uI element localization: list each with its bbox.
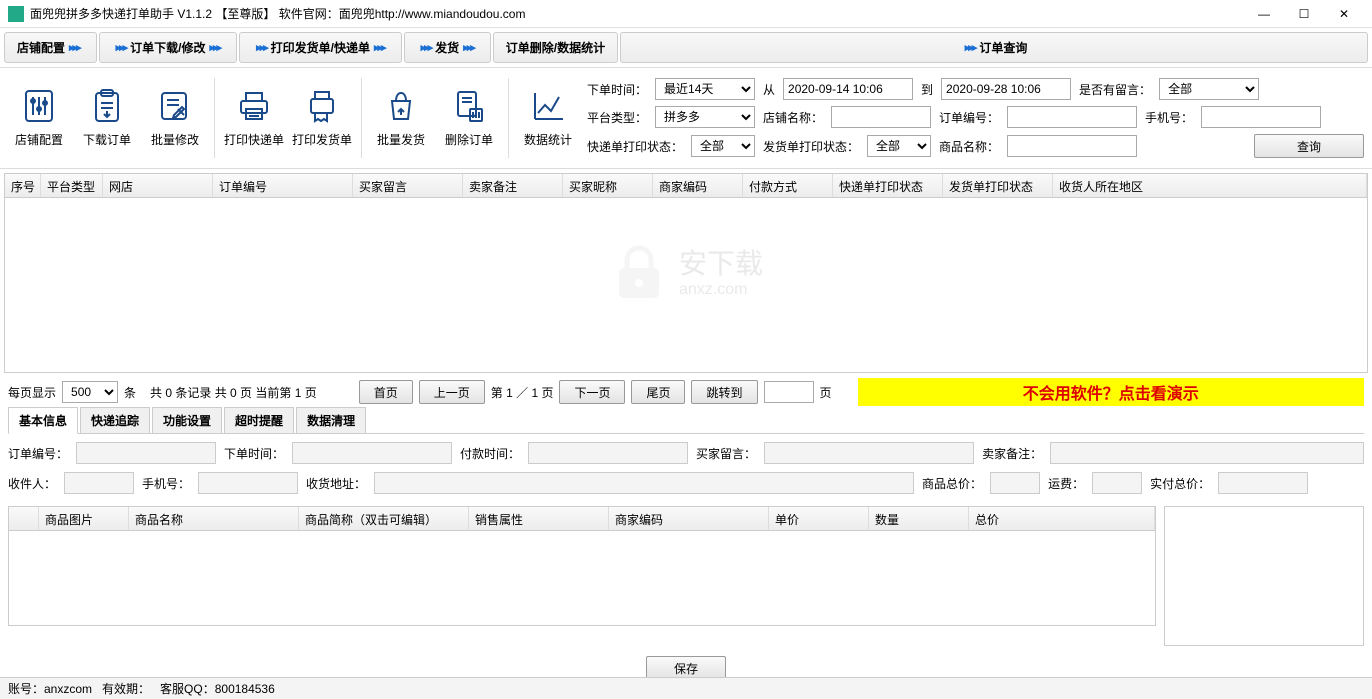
detail-phone[interactable]	[198, 472, 298, 494]
order-no-input[interactable]	[1007, 106, 1137, 128]
chart-icon	[529, 87, 567, 125]
detail-address[interactable]	[374, 472, 914, 494]
step-print[interactable]: ▸▸▸打印发货单/快递单▸▸▸	[239, 32, 402, 63]
detail-order-time[interactable]	[292, 442, 452, 464]
status-qq: 客服QQ：800184536	[160, 680, 275, 697]
status-expire: 有效期：	[102, 680, 150, 697]
goods-name-input[interactable]	[1007, 135, 1137, 157]
maximize-button[interactable]: ☐	[1284, 0, 1324, 28]
step-shop-config[interactable]: 店铺配置▸▸▸	[4, 32, 97, 63]
tool-print-ship[interactable]: 打印发货单	[289, 74, 355, 160]
titlebar: 面兜兜拼多多快递打单助手 V1.1.2 【至尊版】 软件官网：面兜兜http:/…	[0, 0, 1372, 28]
express-print-select[interactable]: 全部	[691, 135, 755, 157]
platform-select[interactable]: 拼多多	[655, 106, 755, 128]
from-date-input[interactable]	[783, 78, 913, 100]
watermark: 安下载anxz.com	[609, 243, 763, 303]
tool-download-orders[interactable]: 下载订单	[74, 74, 140, 160]
next-page-button[interactable]: 下一页	[559, 380, 625, 404]
clipboard-download-icon	[88, 87, 126, 125]
express-print-label: 快递单打印状态：	[587, 138, 683, 155]
tab-basic-info[interactable]: 基本信息	[8, 407, 78, 434]
tool-shop-config[interactable]: 店铺配置	[6, 74, 72, 160]
ship-print-label: 发货单打印状态：	[763, 138, 859, 155]
pager-total: 共 0 条记录 共 0 页 当前第 1 页	[150, 384, 317, 401]
to-date-input[interactable]	[941, 78, 1071, 100]
app-icon	[8, 6, 24, 22]
window-title: 面兜兜拼多多快递打单助手 V1.1.2 【至尊版】 软件官网：面兜兜http:/…	[30, 5, 525, 22]
per-page-select[interactable]: 500	[62, 381, 118, 403]
tool-stats[interactable]: 数据统计	[515, 74, 581, 160]
order-time-label: 下单时间：	[587, 81, 647, 98]
order-no-label: 订单编号：	[939, 109, 999, 126]
prev-page-button[interactable]: 上一页	[419, 380, 485, 404]
shop-name-label: 店铺名称：	[763, 109, 823, 126]
tool-delete-orders[interactable]: 删除订单	[436, 74, 502, 160]
status-account: 账号：anxzcom	[8, 680, 92, 697]
has-msg-select[interactable]: 全部	[1159, 78, 1259, 100]
detail-pay-total[interactable]	[1218, 472, 1308, 494]
goods-name-label: 商品名称：	[939, 138, 999, 155]
toolbar-row: 店铺配置 下载订单 批量修改 打印快递单 打印发货单 批量发货 删除订单	[0, 68, 1372, 169]
detail-receiver[interactable]	[64, 472, 134, 494]
platform-label: 平台类型：	[587, 109, 647, 126]
order-time-select[interactable]: 最近14天	[655, 78, 755, 100]
tab-tracking[interactable]: 快递追踪	[80, 407, 150, 433]
step-order-query[interactable]: ▸▸▸订单查询	[620, 32, 1368, 63]
minimize-button[interactable]: —	[1244, 0, 1284, 28]
shop-name-input[interactable]	[831, 106, 931, 128]
statusbar: 账号：anxzcom 有效期： 客服QQ：800184536	[0, 677, 1372, 699]
step-order-download[interactable]: ▸▸▸订单下载/修改▸▸▸	[99, 32, 238, 63]
receipt-printer-icon	[303, 87, 341, 125]
order-table: 序号 平台类型 网店 订单编号 买家留言 卖家备注 买家昵称 商家编码 付款方式…	[4, 173, 1368, 373]
lock-icon	[609, 243, 669, 303]
last-page-button[interactable]: 尾页	[631, 380, 685, 404]
first-page-button[interactable]: 首页	[359, 380, 413, 404]
detail-pay-time[interactable]	[528, 442, 688, 464]
tool-print-express[interactable]: 打印快递单	[221, 74, 287, 160]
demo-banner[interactable]: 不会用软件？点击看演示	[858, 378, 1364, 406]
tab-func-settings[interactable]: 功能设置	[152, 407, 222, 433]
detail-goods-total[interactable]	[990, 472, 1040, 494]
step-tabs: 店铺配置▸▸▸ ▸▸▸订单下载/修改▸▸▸ ▸▸▸打印发货单/快递单▸▸▸ ▸▸…	[0, 28, 1372, 68]
order-table-header: 序号 平台类型 网店 订单编号 买家留言 卖家备注 买家昵称 商家编码 付款方式…	[5, 174, 1367, 198]
tool-batch-ship[interactable]: 批量发货	[368, 74, 434, 160]
step-ship[interactable]: ▸▸▸发货▸▸▸	[404, 32, 491, 63]
tool-batch-edit[interactable]: 批量修改	[142, 74, 208, 160]
preview-box	[1164, 506, 1364, 646]
filter-panel: 下单时间： 最近14天 从 到 是否有留言： 全部 平台类型： 拼多多 店铺名称…	[583, 72, 1368, 164]
detail-buyer-msg[interactable]	[764, 442, 974, 464]
sliders-icon	[20, 87, 58, 125]
phone-input[interactable]	[1201, 106, 1321, 128]
phone-label: 手机号：	[1145, 109, 1193, 126]
tab-data-clean[interactable]: 数据清理	[296, 407, 366, 433]
edit-icon	[156, 87, 194, 125]
ship-print-select[interactable]: 全部	[867, 135, 931, 157]
detail-order-no[interactable]	[76, 442, 216, 464]
sub-table-area: 商品图片 商品名称 商品简称（双击可编辑） 销售属性 商家编码 单价 数量 总价	[8, 506, 1364, 646]
bag-upload-icon	[382, 87, 420, 125]
to-label: 到	[921, 81, 933, 98]
goods-table: 商品图片 商品名称 商品简称（双击可编辑） 销售属性 商家编码 单价 数量 总价	[8, 506, 1156, 626]
detail-tabs: 基本信息 快递追踪 功能设置 超时提醒 数据清理	[8, 407, 1364, 434]
close-button[interactable]: ✕	[1324, 0, 1364, 28]
printer-icon	[235, 87, 273, 125]
jump-button[interactable]: 跳转到	[691, 380, 757, 404]
has-msg-label: 是否有留言：	[1079, 81, 1151, 98]
detail-seller-note[interactable]	[1050, 442, 1364, 464]
detail-ship-fee[interactable]	[1092, 472, 1142, 494]
from-label: 从	[763, 81, 775, 98]
page-info: 第 1 ／ 1 页	[491, 384, 554, 401]
detail-body: 订单编号： 下单时间： 付款时间： 买家留言： 卖家备注： 收件人： 手机号： …	[0, 434, 1372, 502]
step-delete-stats[interactable]: 订单删除/数据统计	[493, 32, 618, 63]
doc-trash-icon	[450, 87, 488, 125]
pager: 每页显示 500 条 共 0 条记录 共 0 页 当前第 1 页 首页 上一页 …	[0, 377, 1372, 407]
query-button[interactable]: 查询	[1254, 134, 1364, 158]
tab-timeout[interactable]: 超时提醒	[224, 407, 294, 433]
jump-page-input[interactable]	[764, 381, 814, 403]
